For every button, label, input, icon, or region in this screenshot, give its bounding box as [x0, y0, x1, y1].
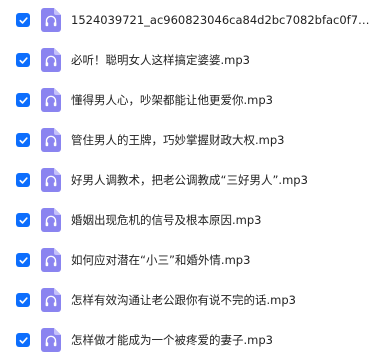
file-name: 懂得男人心，吵架都能让他更爱你.mp3 — [71, 93, 273, 107]
audio-file-icon — [41, 48, 61, 72]
file-name: 怎样做才能成为一个被疼爱的妻子.mp3 — [71, 333, 273, 347]
file-name: 1524039721_ac960823046ca84d2bc7082bfac0f… — [71, 13, 376, 27]
file-row[interactable]: 必听！聪明女人这样搞定婆婆.mp3 — [0, 40, 384, 80]
file-name: 婚姻出现危机的信号及根本原因.mp3 — [71, 213, 262, 227]
checkbox-checked[interactable] — [16, 293, 30, 307]
audio-file-icon — [41, 328, 61, 352]
file-name: 怎样有效沟通让老公跟你有说不完的话.mp3 — [71, 293, 296, 307]
audio-file-icon — [41, 128, 61, 152]
audio-file-icon — [41, 8, 61, 32]
audio-file-icon — [41, 288, 61, 312]
file-name: 必听！聪明女人这样搞定婆婆.mp3 — [71, 53, 250, 67]
file-row[interactable]: 懂得男人心，吵架都能让他更爱你.mp3 — [0, 80, 384, 120]
checkbox-checked[interactable] — [16, 13, 30, 27]
checkbox-checked[interactable] — [16, 253, 30, 267]
audio-file-icon — [41, 208, 61, 232]
file-row[interactable]: 怎样做才能成为一个被疼爱的妻子.mp3 — [0, 320, 384, 360]
file-name: 如何应对潜在“小三”和婚外情.mp3 — [71, 253, 251, 267]
file-row[interactable]: 怎样有效沟通让老公跟你有说不完的话.mp3 — [0, 280, 384, 320]
audio-file-icon — [41, 248, 61, 272]
file-row[interactable]: 好男人调教术，把老公调教成“三好男人”.mp3 — [0, 160, 384, 200]
file-name: 管住男人的王牌，巧妙掌握财政大权.mp3 — [71, 133, 285, 147]
audio-file-icon — [41, 168, 61, 192]
file-row[interactable]: 1524039721_ac960823046ca84d2bc7082bfac0f… — [0, 0, 384, 40]
checkbox-checked[interactable] — [16, 93, 30, 107]
checkbox-checked[interactable] — [16, 333, 30, 347]
file-row[interactable]: 婚姻出现危机的信号及根本原因.mp3 — [0, 200, 384, 240]
audio-file-icon — [41, 88, 61, 112]
checkbox-checked[interactable] — [16, 213, 30, 227]
file-row[interactable]: 管住男人的王牌，巧妙掌握财政大权.mp3 — [0, 120, 384, 160]
file-name: 好男人调教术，把老公调教成“三好男人”.mp3 — [71, 173, 308, 187]
checkbox-checked[interactable] — [16, 53, 30, 67]
checkbox-checked[interactable] — [16, 133, 30, 147]
file-list: 1524039721_ac960823046ca84d2bc7082bfac0f… — [0, 0, 384, 361]
checkbox-checked[interactable] — [16, 173, 30, 187]
file-row[interactable]: 如何应对潜在“小三”和婚外情.mp3 — [0, 240, 384, 280]
